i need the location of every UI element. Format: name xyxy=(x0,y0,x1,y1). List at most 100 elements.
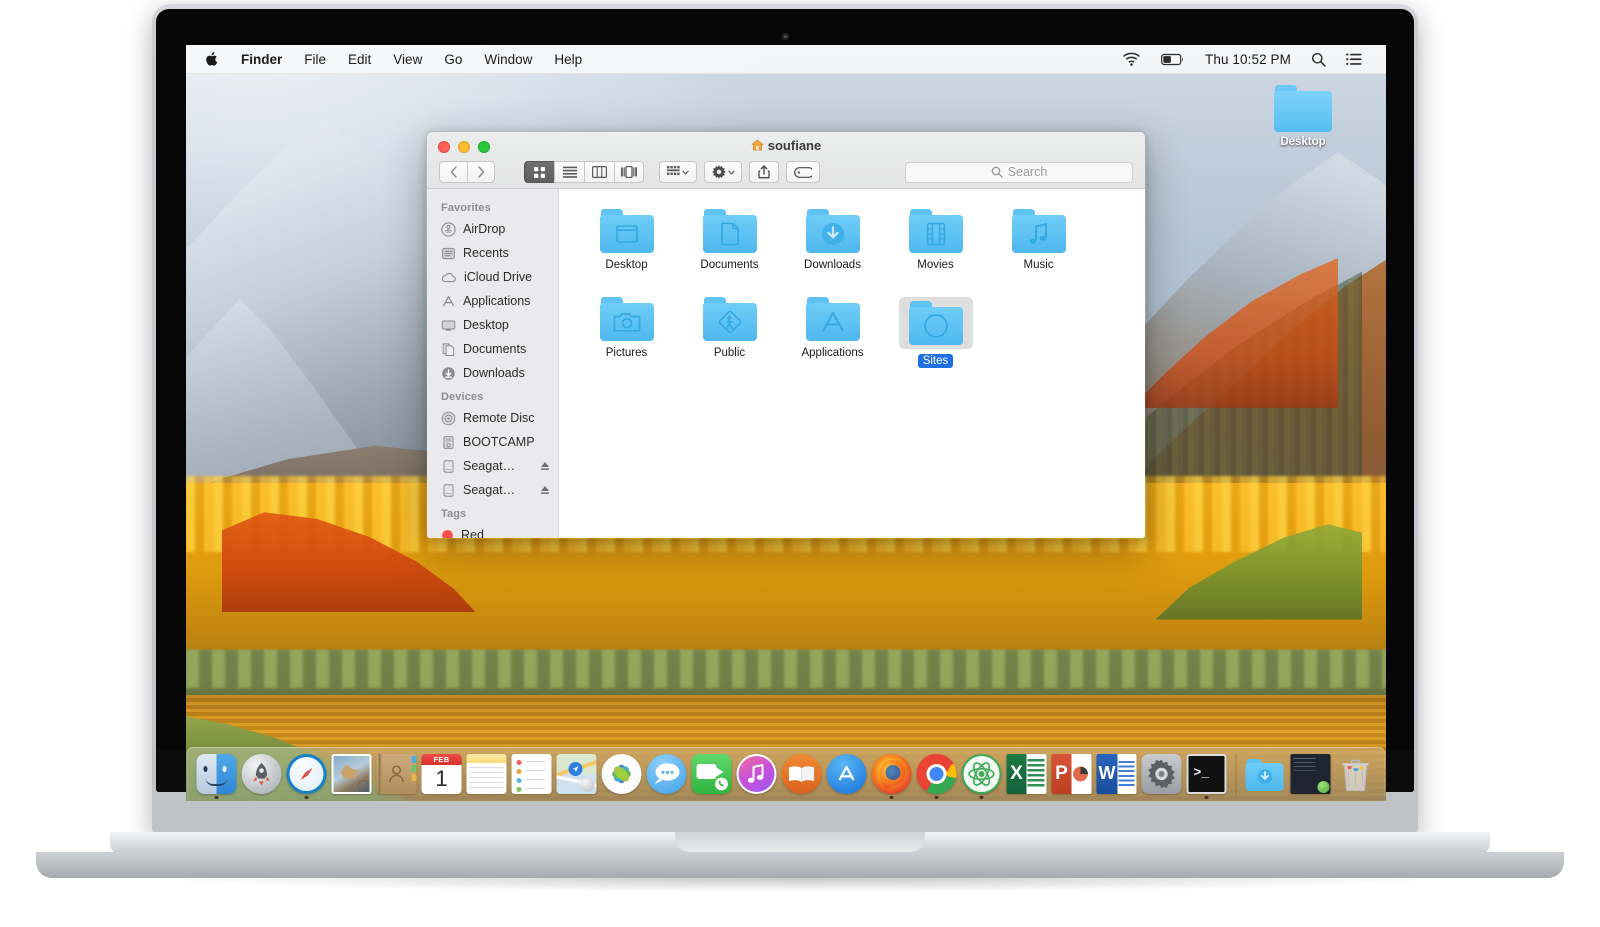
dock-item-itunes[interactable] xyxy=(736,753,777,800)
sidebar-item-documents[interactable]: Documents xyxy=(427,337,558,361)
dock-item-document-stack[interactable] xyxy=(1290,753,1331,800)
eject-icon[interactable] xyxy=(540,485,550,495)
folder-icon xyxy=(805,297,860,341)
column-view-button[interactable] xyxy=(584,161,614,183)
menu-bar-status: Thu 10:52 PM xyxy=(1112,45,1386,74)
screenshot-root: MacBook Pro Finder xyxy=(0,0,1600,927)
menu-bar: Finder File Edit View Go Window Help Thu… xyxy=(186,45,1386,74)
dock-item-mail[interactable] xyxy=(331,753,372,799)
sidebar-item-icloud-drive[interactable]: iCloud Drive xyxy=(427,265,558,289)
dock-item-system-preferences[interactable] xyxy=(1141,753,1182,799)
sidebar-item-downloads[interactable]: Downloads xyxy=(427,361,558,385)
menu-edit[interactable]: Edit xyxy=(337,45,382,74)
dock-item-atom[interactable] xyxy=(961,753,1002,799)
file-item-music[interactable]: Music xyxy=(987,203,1090,291)
eject-icon[interactable] xyxy=(540,461,550,471)
folder-icon xyxy=(599,297,654,341)
running-indicator xyxy=(530,796,534,800)
menu-finder[interactable]: Finder xyxy=(230,45,293,74)
dock-item-contacts[interactable] xyxy=(376,753,417,799)
dock-item-terminal[interactable]: >_ xyxy=(1186,753,1227,799)
desktop-icon-desktop[interactable]: Desktop xyxy=(1262,85,1344,148)
menu-window[interactable]: Window xyxy=(473,45,543,74)
dock-item-reminders[interactable] xyxy=(511,753,552,800)
tags-button[interactable] xyxy=(786,161,820,183)
sidebar-item-applications[interactable]: Applications xyxy=(427,289,558,313)
sidebar-item-desktop[interactable]: Desktop xyxy=(427,313,558,337)
dock-item-powerpoint[interactable]: P xyxy=(1051,753,1092,799)
dock-item-maps[interactable] xyxy=(556,753,597,800)
action-gear-button[interactable] xyxy=(704,161,742,183)
file-item-documents[interactable]: Documents xyxy=(678,203,781,291)
dock-item-firefox[interactable] xyxy=(871,753,912,799)
file-item-movies[interactable]: Movies xyxy=(884,203,987,291)
wifi-icon[interactable] xyxy=(1112,52,1151,66)
folder-icon xyxy=(1011,209,1066,253)
finder-body: Favorites AirDrop Recents iCloud Drive A… xyxy=(427,189,1145,538)
file-item-pictures[interactable]: Pictures xyxy=(575,291,678,379)
dock-item-word[interactable]: W xyxy=(1096,753,1137,799)
dock-item-photos[interactable] xyxy=(601,753,642,799)
dock-item-trash[interactable] xyxy=(1336,753,1376,799)
gear-icon xyxy=(1148,759,1175,788)
battery-icon[interactable] xyxy=(1151,53,1195,66)
file-item-applications[interactable]: Applications xyxy=(781,291,884,379)
search-input[interactable]: Search xyxy=(905,161,1133,183)
dock-item-chrome[interactable] xyxy=(916,753,957,799)
window-title: soufiane xyxy=(767,138,822,153)
back-button[interactable] xyxy=(439,161,467,183)
running-indicator xyxy=(1025,796,1029,800)
sidebar-item-recents[interactable]: Recents xyxy=(427,241,558,265)
dock-item-launchpad[interactable] xyxy=(241,753,282,799)
dock-item-calendar[interactable]: FEB 1 xyxy=(421,753,462,799)
menu-help[interactable]: Help xyxy=(543,45,593,74)
finder-titlebar[interactable]: soufiane Search xyxy=(427,132,1145,189)
running-indicator xyxy=(1309,796,1313,800)
icon-view-button[interactable] xyxy=(524,161,554,183)
dock-item-safari[interactable] xyxy=(286,753,327,799)
notification-center-icon[interactable] xyxy=(1336,52,1372,66)
finder-sidebar[interactable]: Favorites AirDrop Recents iCloud Drive A… xyxy=(427,189,559,538)
folder-icon xyxy=(1262,85,1344,132)
dock-item-messages[interactable] xyxy=(646,753,687,799)
dock-item-finder[interactable] xyxy=(196,753,237,799)
drive-icon xyxy=(441,435,456,450)
sidebar-item-tag-red[interactable]: Red xyxy=(427,523,558,538)
file-item-public[interactable]: Public xyxy=(678,291,781,379)
menu-go[interactable]: Go xyxy=(433,45,473,74)
dock-item-downloads-stack[interactable] xyxy=(1245,753,1286,799)
dock-item-ibooks[interactable] xyxy=(781,753,822,799)
running-indicator xyxy=(575,796,579,800)
file-item-sites[interactable]: Sites xyxy=(884,291,987,379)
running-indicator xyxy=(755,796,759,800)
forward-button[interactable] xyxy=(467,161,495,183)
dock-item-excel[interactable]: X xyxy=(1006,753,1047,800)
dock-item-notes[interactable] xyxy=(466,753,507,799)
dock-item-appstore[interactable] xyxy=(826,753,867,799)
share-button[interactable] xyxy=(749,161,779,183)
calendar-month: FEB xyxy=(421,753,462,765)
folder-icon xyxy=(599,209,654,253)
sidebar-item-label: Remote Disc xyxy=(463,411,535,425)
menu-file[interactable]: File xyxy=(293,45,337,74)
sidebar-item-seagate-1[interactable]: Seagat… xyxy=(427,454,558,478)
menu-view[interactable]: View xyxy=(382,45,433,74)
sidebar-item-bootcamp[interactable]: BOOTCAMP xyxy=(427,430,558,454)
base-top-surface xyxy=(110,832,1490,854)
sidebar-item-label: iCloud Drive xyxy=(464,270,533,284)
file-item-downloads[interactable]: Downloads xyxy=(781,203,884,291)
menu-bar-clock[interactable]: Thu 10:52 PM xyxy=(1195,45,1301,74)
sidebar-item-remote-disc[interactable]: Remote Disc xyxy=(427,406,558,430)
file-item-desktop[interactable]: Desktop xyxy=(575,203,678,291)
apple-menu-icon[interactable] xyxy=(200,51,230,67)
dock-item-facetime[interactable] xyxy=(691,753,732,799)
spotlight-search-icon[interactable] xyxy=(1301,52,1336,67)
desktop-icon xyxy=(441,318,456,333)
list-view-button[interactable] xyxy=(554,161,584,183)
sidebar-item-seagate-2[interactable]: Seagat… xyxy=(427,478,558,502)
sidebar-item-airdrop[interactable]: AirDrop xyxy=(427,217,558,241)
finder-file-grid[interactable]: Desktop Documents Downloads Movies Music… xyxy=(559,189,1145,538)
window-title-area: soufiane xyxy=(427,138,1145,153)
arrange-by-button[interactable] xyxy=(659,161,697,183)
gallery-view-button[interactable] xyxy=(614,161,644,183)
